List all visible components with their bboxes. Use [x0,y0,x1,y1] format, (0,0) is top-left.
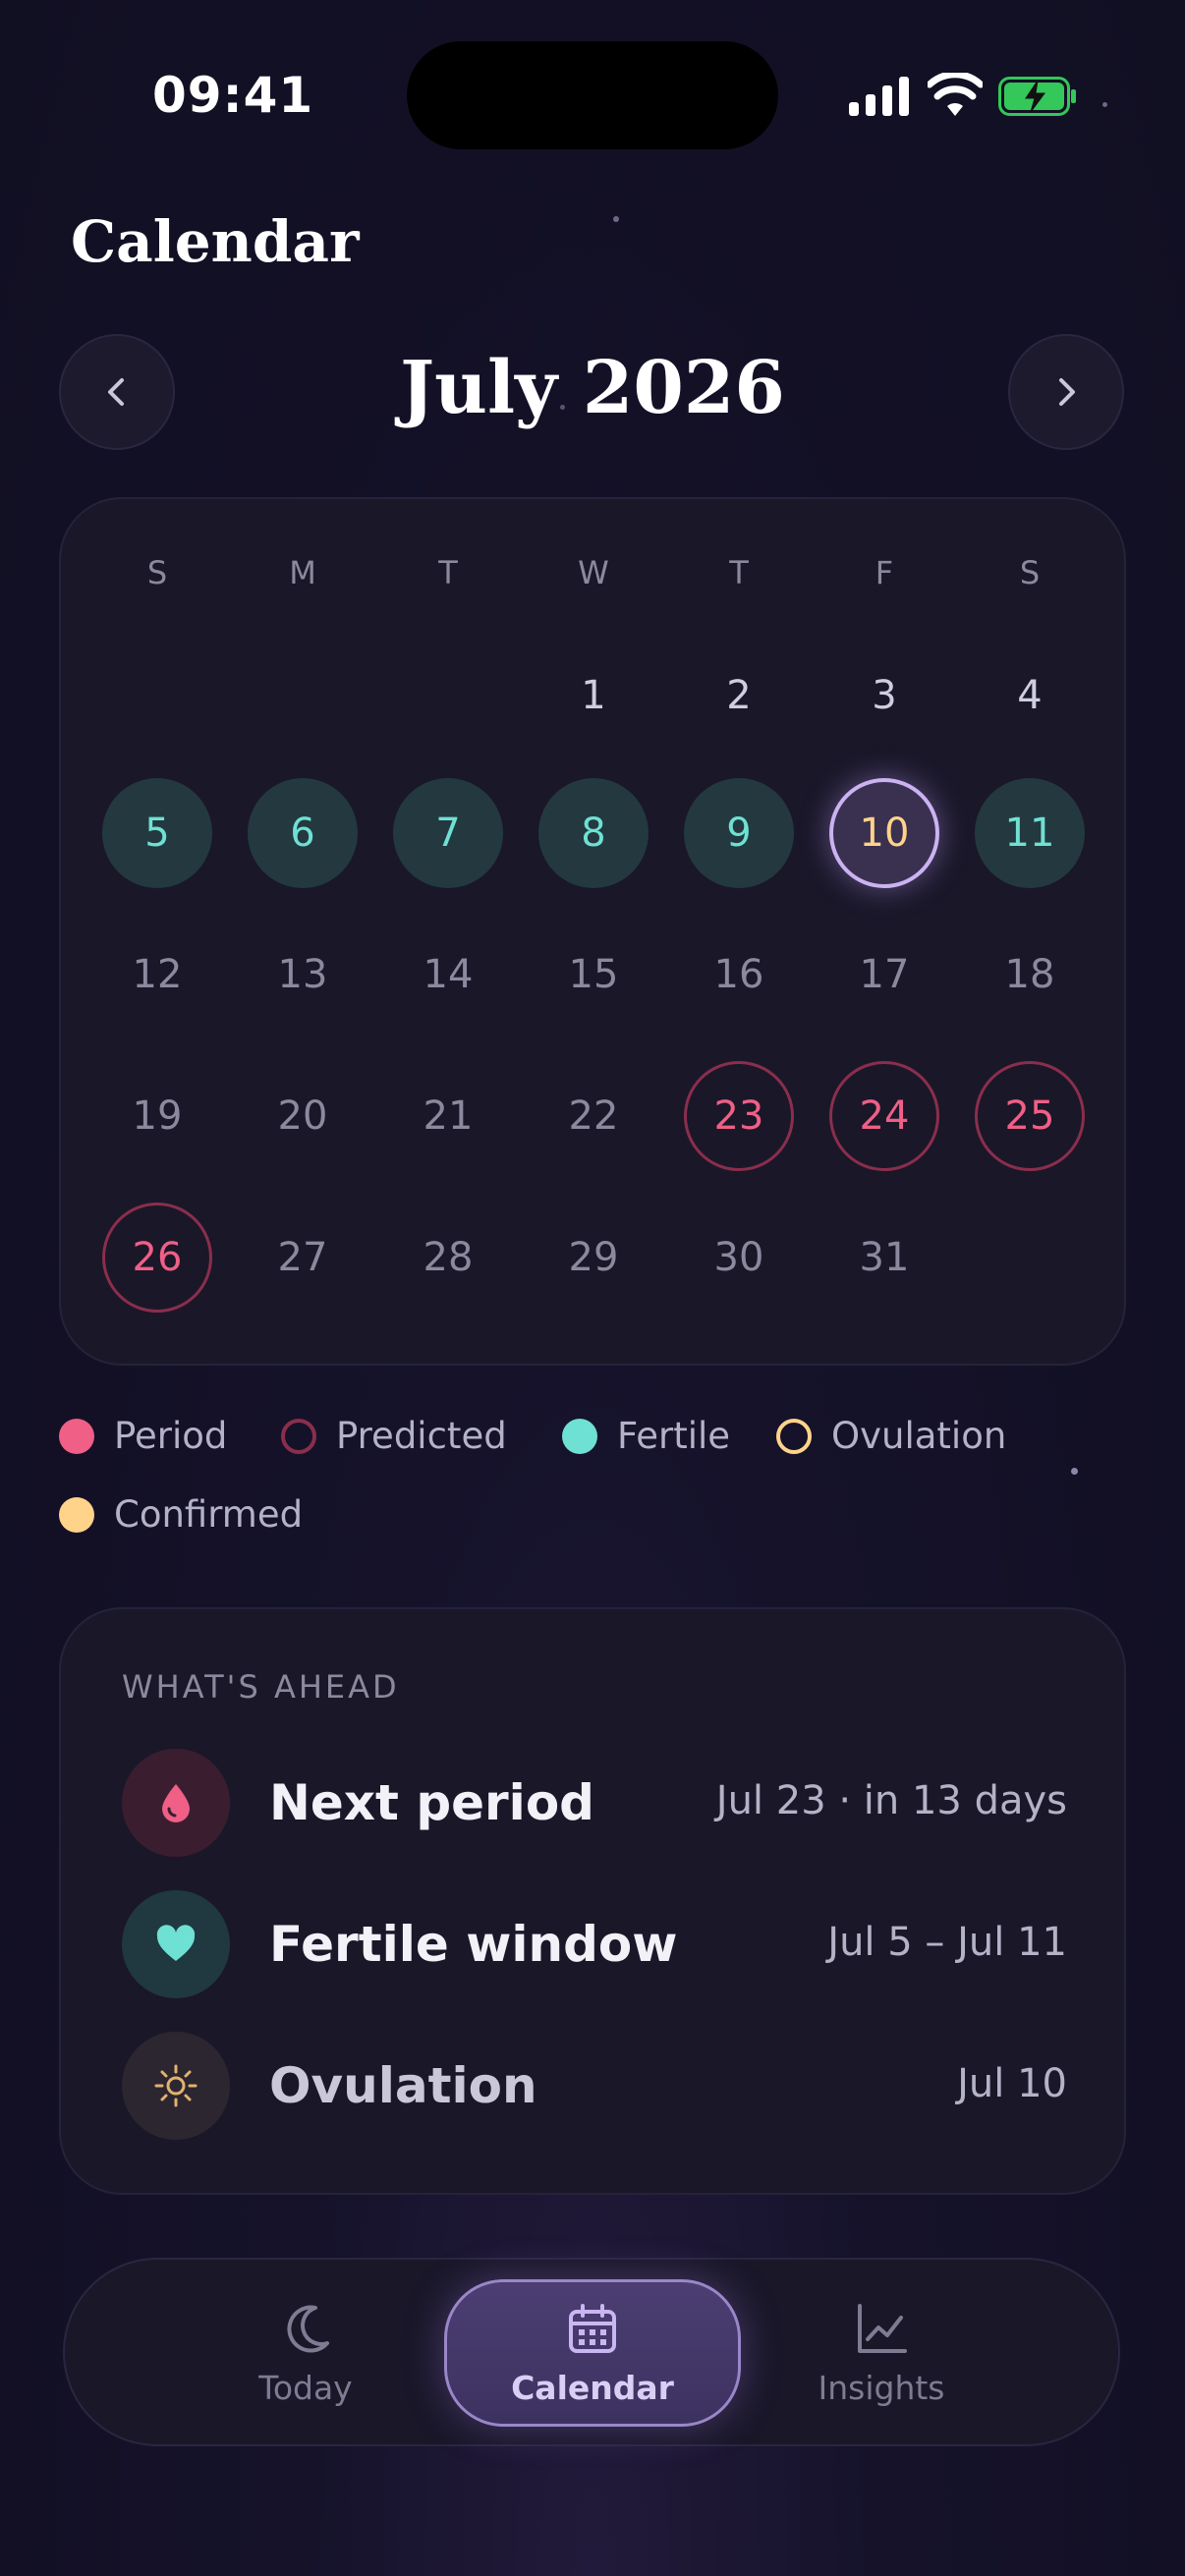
calendar-day-fertile[interactable]: 6 [248,778,358,888]
legend-confirmed: Confirmed [59,1493,303,1536]
legend-label: Period [114,1415,228,1457]
weekday-label: S [1019,554,1041,591]
legend-label: Predicted [336,1415,507,1457]
star-decoration [1071,1468,1078,1475]
calendar-day-fertile[interactable]: 7 [393,778,503,888]
calendar-day-fertile[interactable]: 8 [538,778,649,888]
next-period-label: Next period [269,1774,594,1831]
drop-icon-badge [122,1749,230,1857]
legend-label: Confirmed [114,1493,304,1536]
tab-today[interactable]: Today [157,2279,454,2427]
calendar-day-predicted-period[interactable]: 24 [829,1061,939,1171]
calendar-day[interactable]: 27 [248,1203,358,1313]
next-period-value: Jul 23 · in 13 days [715,1778,1067,1823]
calendar-day[interactable]: 2 [684,641,794,751]
tab-label: Insights [818,2368,945,2407]
legend-period: Period [59,1415,227,1457]
legend-label: Ovulation [831,1415,1007,1457]
weekday-label: T [438,554,458,591]
calendar-day[interactable]: 17 [829,920,939,1030]
tab-bar: Today Calendar Insights [63,2258,1120,2446]
battery-charging-icon [998,77,1076,116]
calendar-grid: S M T W T F S 1 2 3 4 5 6 7 8 9 10 11 12… [59,497,1126,1366]
ovulation-label: Ovulation [269,2057,537,2114]
ovulation-ring-icon [776,1418,812,1454]
calendar-day[interactable]: 3 [829,641,939,751]
tab-calendar[interactable]: Calendar [444,2279,741,2427]
calendar-day[interactable]: 30 [684,1203,794,1313]
calendar-day[interactable]: 15 [538,920,649,1030]
legend-ovulation: Ovulation [776,1415,1006,1457]
sun-icon [154,2064,198,2107]
ovulation-row[interactable]: Ovulation Jul 10 [122,2032,1067,2140]
calendar-day-fertile[interactable]: 11 [975,778,1085,888]
calendar-day[interactable]: 14 [393,920,503,1030]
calendar-day[interactable]: 28 [393,1203,503,1313]
weekday-label: M [289,554,316,591]
calendar-day-fertile[interactable]: 5 [102,778,212,888]
weekday-label: F [875,554,894,591]
legend-fertile: Fertile [562,1415,730,1457]
confirmed-dot-icon [59,1496,94,1533]
weekday-label: S [146,554,168,591]
calendar-day-predicted-period[interactable]: 23 [684,1061,794,1171]
calendar-day-fertile[interactable]: 9 [684,778,794,888]
whats-ahead-card: WHAT'S AHEAD Next period Jul 23 · in 13 … [59,1607,1126,2195]
legend-predicted: Predicted [281,1415,507,1457]
calendar-day[interactable]: 19 [102,1061,212,1171]
calendar-day[interactable]: 18 [975,920,1085,1030]
predicted-ring-icon [281,1418,316,1454]
weekday-label: W [578,554,609,591]
calendar-day[interactable]: 12 [102,920,212,1030]
calendar-day[interactable]: 21 [393,1061,503,1171]
drop-icon [162,1784,190,1822]
calendar-day[interactable]: 16 [684,920,794,1030]
sun-icon-badge [122,2032,230,2140]
calendar-day[interactable]: 22 [538,1061,649,1171]
cellular-signal-icon [849,77,909,116]
moon-icon [287,2305,329,2353]
calendar-day[interactable]: 20 [248,1061,358,1171]
fertile-window-value: Jul 5 – Jul 11 [827,1920,1067,1965]
calendar-day[interactable]: 4 [975,641,1085,751]
page-title: Calendar [71,208,360,275]
weekday-label: T [729,554,749,591]
period-dot-icon [59,1418,94,1454]
heart-icon [156,1925,196,1961]
calendar-day-predicted-period[interactable]: 25 [975,1061,1085,1171]
status-time: 09:41 [152,67,314,124]
tab-label: Today [258,2368,353,2407]
calendar-day-today[interactable]: 10 [829,778,939,888]
status-bar: 09:41 [0,0,1185,196]
calendar-day[interactable]: 29 [538,1203,649,1313]
chart-line-icon [858,2303,907,2353]
heart-icon-badge [122,1890,230,1998]
star-decoration [613,216,619,222]
calendar-day[interactable]: 31 [829,1203,939,1313]
calendar-icon [569,2303,616,2353]
next-month-button[interactable] [1008,334,1124,450]
legend-label: Fertile [617,1415,731,1457]
wifi-icon [928,73,983,116]
chevron-right-icon [1059,378,1075,406]
calendar-day[interactable]: 1 [538,641,649,751]
fertile-window-label: Fertile window [269,1916,678,1973]
section-title: WHAT'S AHEAD [122,1668,400,1706]
tab-insights[interactable]: Insights [733,2279,1030,2427]
tab-label: Calendar [511,2368,674,2407]
fertile-window-row[interactable]: Fertile window Jul 5 – Jul 11 [122,1890,1067,1998]
dynamic-island [407,41,778,149]
ovulation-value: Jul 10 [957,2061,1067,2106]
calendar-day[interactable]: 13 [248,920,358,1030]
fertile-dot-icon [562,1418,597,1454]
next-period-row[interactable]: Next period Jul 23 · in 13 days [122,1749,1067,1857]
calendar-day-predicted-period[interactable]: 26 [102,1203,212,1313]
